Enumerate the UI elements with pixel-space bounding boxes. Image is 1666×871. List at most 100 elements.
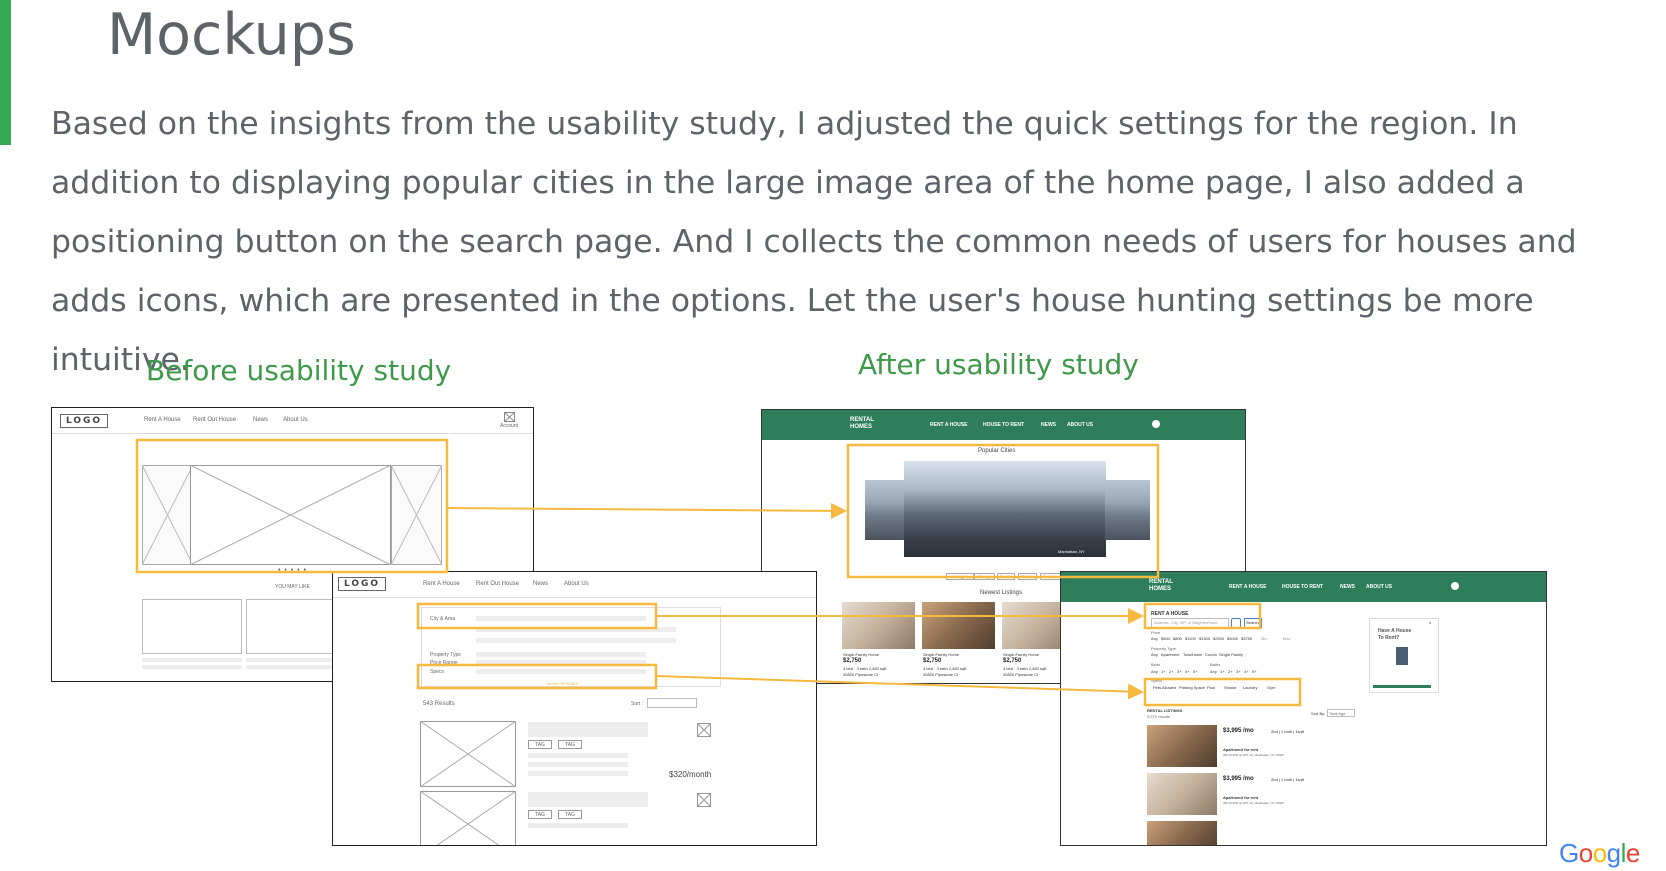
- spec-option[interactable]: Gym: [1267, 685, 1275, 690]
- beds-option[interactable]: 2+: [1169, 669, 1174, 674]
- listing-price: $3,995 /mo: [1223, 728, 1254, 734]
- brand: RENTAL HOMES: [1149, 579, 1173, 593]
- beds-option[interactable]: Any: [1151, 669, 1158, 674]
- spec-option[interactable]: Smoke: [1224, 685, 1236, 690]
- wireframe-search-mockup: LOGO Rent A House Rent Out House News Ab…: [332, 571, 817, 846]
- baths-label: Baths: [1210, 662, 1221, 667]
- text-placeholder: [246, 665, 346, 669]
- filter-label: City & Area: [430, 616, 456, 622]
- hifi-nav: RENTAL HOMES RENT A HOUSE HOUSE TO RENT …: [762, 410, 1245, 440]
- more-options-link[interactable]: MORE OPTIONS: [547, 681, 578, 686]
- tag: TAG: [558, 810, 582, 819]
- sort-dropdown[interactable]: [647, 698, 697, 708]
- nav-link: Rent Out House: [193, 417, 237, 423]
- carousel-placeholder: [142, 465, 442, 565]
- property-option[interactable]: Single Family: [1219, 652, 1243, 657]
- listing-image-placeholder: [420, 721, 516, 787]
- nav-link: Rent A House: [423, 581, 460, 587]
- price-min[interactable]: Min: [1261, 636, 1267, 641]
- nav-link: ABOUT US: [1366, 584, 1393, 590]
- baths-option[interactable]: 4+: [1244, 669, 1249, 674]
- brand: RENTAL HOMES: [850, 417, 874, 431]
- tag: TAG: [528, 740, 552, 749]
- body-paragraph: Based on the insights from the usability…: [51, 106, 1577, 378]
- price-options[interactable]: $500: [1161, 636, 1170, 641]
- property-option[interactable]: Condo: [1205, 652, 1217, 657]
- baths-option[interactable]: 5+: [1252, 669, 1257, 674]
- filter-options: [476, 638, 676, 643]
- filter-options: [476, 652, 646, 657]
- listing-photo[interactable]: [1147, 773, 1217, 815]
- nav-link: About Us: [283, 417, 308, 423]
- account-label: Account: [500, 423, 519, 429]
- listing-price: $320/month: [669, 770, 712, 779]
- listing-image-placeholder: [420, 791, 516, 845]
- baths-option[interactable]: 3+: [1236, 669, 1241, 674]
- listing-photo[interactable]: [1147, 821, 1217, 845]
- baths-option[interactable]: 1+: [1220, 669, 1225, 674]
- city-chip[interactable]: Toronto: [1018, 573, 1038, 580]
- text-placeholder: [528, 762, 628, 767]
- property-label: Property Type: [1151, 646, 1176, 651]
- listing-type: Single-Family Home: [843, 652, 880, 657]
- favorite-icon[interactable]: [697, 793, 711, 807]
- google-logo-letter: g: [1606, 838, 1621, 868]
- city-chip[interactable]: Seattle: [997, 573, 1016, 580]
- listing-photo: [842, 602, 915, 649]
- spec-option[interactable]: Laundry: [1243, 685, 1257, 690]
- caption-before: Before usability study: [146, 354, 452, 387]
- listing-type: Single-Family Home: [923, 652, 960, 657]
- user-icon: [1451, 582, 1459, 590]
- tag: TAG: [528, 810, 552, 819]
- filter-options: [476, 669, 646, 674]
- listing-photo[interactable]: [1147, 725, 1217, 767]
- beds-option[interactable]: 5+: [1193, 669, 1198, 674]
- beds-option[interactable]: 4+: [1185, 669, 1190, 674]
- property-option[interactable]: Apartment: [1161, 652, 1179, 657]
- promo-line: To Rent?: [1378, 635, 1400, 641]
- price-options[interactable]: $3750: [1241, 636, 1252, 641]
- spec-option[interactable]: Pool: [1207, 685, 1215, 690]
- beds-option[interactable]: 3+: [1177, 669, 1182, 674]
- city-chip[interactable]: Chicago: [974, 573, 995, 580]
- hifi-search-mockup: RENTAL HOMES RENT A HOUSE HOUSE TO RENT …: [1060, 571, 1547, 846]
- beds-option[interactable]: 1+: [1161, 669, 1166, 674]
- sort-label: Sort :: [631, 701, 643, 707]
- text-placeholder: [246, 658, 346, 662]
- listing-price: $2,750: [923, 658, 942, 664]
- price-options[interactable]: Any: [1151, 636, 1158, 641]
- filter-label: Price Range: [430, 660, 458, 666]
- section-label: YOU MAY LIKE: [275, 584, 310, 590]
- listing-price: $2,750: [1003, 658, 1022, 664]
- nav-link: RENT A HOUSE: [930, 422, 968, 428]
- nav-link: NEWS: [1340, 584, 1355, 590]
- favorite-icon[interactable]: [697, 723, 711, 737]
- city-image-side: [1105, 480, 1150, 540]
- price-options[interactable]: $2500: [1213, 636, 1224, 641]
- text-placeholder: [528, 771, 628, 776]
- baths-option[interactable]: 2+: [1228, 669, 1233, 674]
- filter-options: [476, 627, 676, 632]
- price-options[interactable]: $1100: [1185, 636, 1196, 641]
- nav-link: Rent Out House: [476, 581, 520, 587]
- popular-cities-title: Popular Cities: [978, 448, 1016, 454]
- nav-link: RENT A HOUSE: [1229, 584, 1267, 590]
- account-icon: [504, 412, 515, 422]
- price-max[interactable]: Max: [1283, 636, 1291, 641]
- city-chip[interactable]: Los Angeles: [946, 573, 974, 580]
- accent-bar: [0, 0, 11, 145]
- property-option[interactable]: Townhome: [1183, 652, 1202, 657]
- property-option[interactable]: Any: [1151, 652, 1158, 657]
- spec-option[interactable]: Pets Allowed: [1153, 685, 1176, 690]
- caption-after: After usability study: [858, 348, 1139, 381]
- promo-close-icon[interactable]: x: [1429, 620, 1431, 625]
- listings-count: 3,570 results: [1147, 714, 1170, 719]
- promo-line: Have A House: [1378, 628, 1412, 634]
- price-options[interactable]: $1500: [1199, 636, 1210, 641]
- spec-option[interactable]: Parking Space: [1179, 685, 1205, 690]
- baths-option[interactable]: Any: [1210, 669, 1217, 674]
- location-icon[interactable]: [1231, 618, 1241, 628]
- price-options[interactable]: $800: [1173, 636, 1182, 641]
- card-placeholder: [142, 599, 242, 654]
- price-options[interactable]: $3000: [1227, 636, 1238, 641]
